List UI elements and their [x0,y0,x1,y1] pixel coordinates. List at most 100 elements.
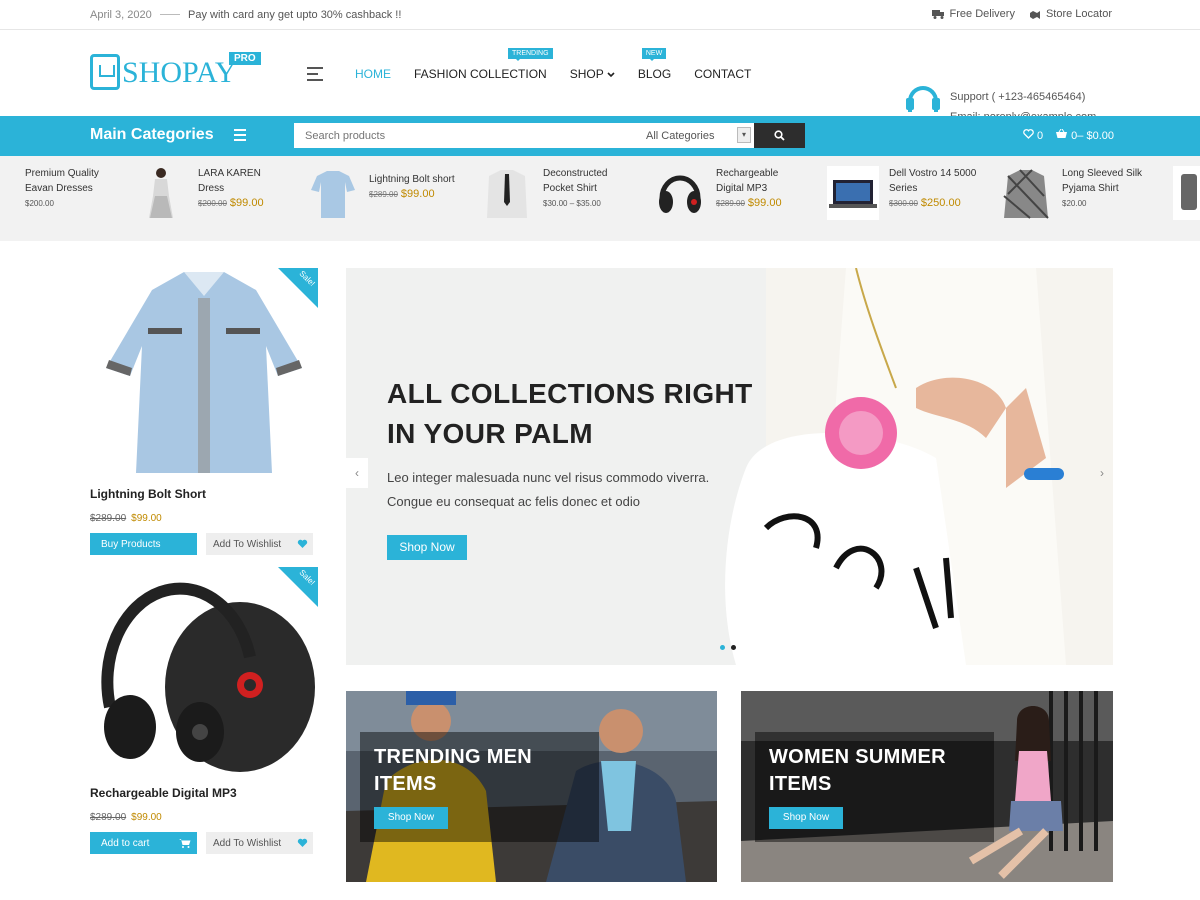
strip-item-name: Premium Quality Eavan Dresses [25,168,99,194]
store-locator-link[interactable]: Store Locator [1029,8,1112,20]
add-to-wishlist-button[interactable]: Add To Wishlist [206,533,313,555]
cart-total: $0.00 [1086,130,1114,142]
hero-slider: ALL COLLECTIONS RIGHT IN YOUR PALM Leo i… [346,268,1113,665]
search-input[interactable] [294,123,640,148]
store-locator-label: Store Locator [1045,8,1112,20]
trending-men-banner[interactable]: TRENDING MEN ITEMS Shop Now [346,691,717,882]
hero-title: ALL COLLECTIONS RIGHT IN YOUR PALM [387,374,753,454]
search-button[interactable] [754,123,805,148]
product-thumbnail [1000,166,1052,220]
product-card: Sale! Rechargeable Digital MP3 $289.00 $9… [90,567,318,854]
strip-item-old-price: $289.00 [716,199,745,208]
hero-text: Leo integer malesuada nunc vel risus com… [387,466,709,514]
sale-price: $99.00 [131,812,162,823]
nav-home[interactable]: HOME [355,67,391,81]
free-delivery-label: Free Delivery [949,8,1015,20]
strip-item-price: $250.00 [920,197,961,209]
product-thumbnail [307,166,359,220]
banner-shop-now-button[interactable]: Shop Now [769,807,843,829]
product-image[interactable]: Sale! [90,268,318,473]
header-cart-area: 0 0– $0.00 [1023,128,1114,142]
cart-icon [179,839,191,848]
strip-item[interactable]: LARA KAREN Dress $200.00 $99.00 [198,166,278,211]
strip-item-old-price: $289.00 [369,190,398,199]
hero-text-line2: Congue eu consequat ac felis donec et od… [387,494,640,509]
product-name[interactable]: Lightning Bolt Short [90,487,318,501]
banner-title-line1: WOMEN SUMMER [769,746,946,768]
strip-item-price: $200.00 [25,199,54,208]
hero-title-line1: ALL COLLECTIONS RIGHT [387,378,753,409]
slider-dot-active[interactable] [720,645,725,650]
cart-link[interactable]: 0– $0.00 [1055,128,1114,142]
strip-item-price: $99.00 [400,188,435,200]
strip-item-name: Deconstructed Pocket Shirt [543,168,608,194]
logo-text: SHOPAY [122,56,237,89]
logo-cart-icon [90,54,120,90]
strip-item-name: LARA KAREN Dress [198,168,261,194]
store-map-icon [1029,10,1040,19]
add-to-wishlist-label: Add To Wishlist [213,837,282,849]
slider-dot[interactable] [731,645,736,650]
featured-products-strip: Premium Quality Eavan Dresses $200.00 LA… [0,156,1200,241]
category-select[interactable]: All Categories ▾ [640,123,754,148]
strip-item[interactable]: Premium Quality Eavan Dresses $200.00 [25,166,187,220]
strip-item[interactable]: Dell Vostro 14 5000 Series $300.00 $250.0… [827,166,984,220]
date-text: April 3, 2020 [90,9,152,21]
nav-contact[interactable]: CONTACT [694,67,751,81]
menu-hamburger-icon[interactable] [307,67,323,85]
hero-shop-now-button[interactable]: Shop Now [387,535,467,560]
heart-icon [297,539,308,548]
strip-item[interactable]: Long Sleeved Silk Pyjama Shirt $20.00 [1000,166,1157,220]
women-summer-banner[interactable]: WOMEN SUMMER ITEMS Shop Now [741,691,1113,882]
buy-products-button[interactable]: Buy Products [90,533,197,555]
site-logo[interactable]: SHOPAY PRO [90,52,261,94]
strip-item[interactable]: Lightning Bolt short $289.00 $99.00 [307,166,455,220]
heart-outline-icon [1023,129,1034,139]
nav-fashion-collection[interactable]: TRENDING FASHION COLLECTION [414,48,553,81]
strip-item-name: Long Sleeved Silk Pyjama Shirt [1062,168,1143,194]
product-thumbnail [827,166,879,220]
free-delivery-link[interactable]: Free Delivery [931,8,1015,20]
trending-badge: TRENDING [508,48,553,61]
strip-item-price: $99.00 [747,197,782,209]
chevron-down-icon [607,72,615,78]
banner-title: TRENDING MEN ITEMS [374,744,532,798]
nav-blog[interactable]: NEW BLOG [638,48,671,81]
nav-contact-label: CONTACT [694,67,752,81]
categories-menu-icon[interactable] [234,129,246,144]
product-name[interactable]: Rechargeable Digital MP3 [90,786,318,800]
add-to-wishlist-button[interactable]: Add To Wishlist [206,832,313,854]
strip-item-price: $20.00 [1062,199,1087,208]
main-nav: HOME TRENDING FASHION COLLECTION SHOP NE… [355,48,751,81]
new-badge: NEW [641,48,667,61]
product-image[interactable]: Sale! [90,567,318,772]
main-categories-title[interactable]: Main Categories [90,126,214,144]
slider-prev-arrow-icon[interactable]: ‹ [346,458,368,488]
old-price: $289.00 [90,812,127,823]
banner-shop-now-button[interactable]: Shop Now [374,807,448,829]
strip-item-name: Rechargeable Digital MP3 [716,168,779,194]
support-phone: Support ( +123-465465464) [950,91,1086,103]
product-thumbnail [654,166,706,220]
nav-shop[interactable]: SHOP [570,67,615,81]
logo-pro-badge: PRO [229,52,261,65]
add-to-cart-button[interactable]: Add to cart [90,832,197,854]
product-thumbnail [135,166,187,220]
slider-dots [720,645,736,650]
nav-fashion-label: FASHION COLLECTION [414,67,547,81]
strip-item[interactable] [1173,166,1200,220]
strip-item[interactable]: Deconstructed Pocket Shirt $30.00 – $35.… [481,166,623,220]
wishlist-link[interactable]: 0 [1023,129,1043,142]
strip-item-old-price: $300.00 [889,199,918,208]
site-header: SHOPAY PRO HOME TRENDING FASHION COLLECT… [0,30,1200,123]
hero-image [725,268,1113,665]
category-bar: Main Categories All Categories ▾ 0 0– $0… [0,116,1200,156]
banner-title: WOMEN SUMMER ITEMS [769,744,946,798]
hero-title-line2: IN YOUR PALM [387,418,593,449]
strip-item[interactable]: Rechargeable Digital MP3 $289.00 $99.00 [654,166,796,220]
hero-text-line1: Leo integer malesuada nunc vel risus com… [387,470,710,485]
slider-next-arrow-icon[interactable]: › [1091,458,1113,488]
strip-item-old-price: $200.00 [198,199,227,208]
search-icon [774,130,785,141]
select-arrow-icon: ▾ [737,127,751,143]
